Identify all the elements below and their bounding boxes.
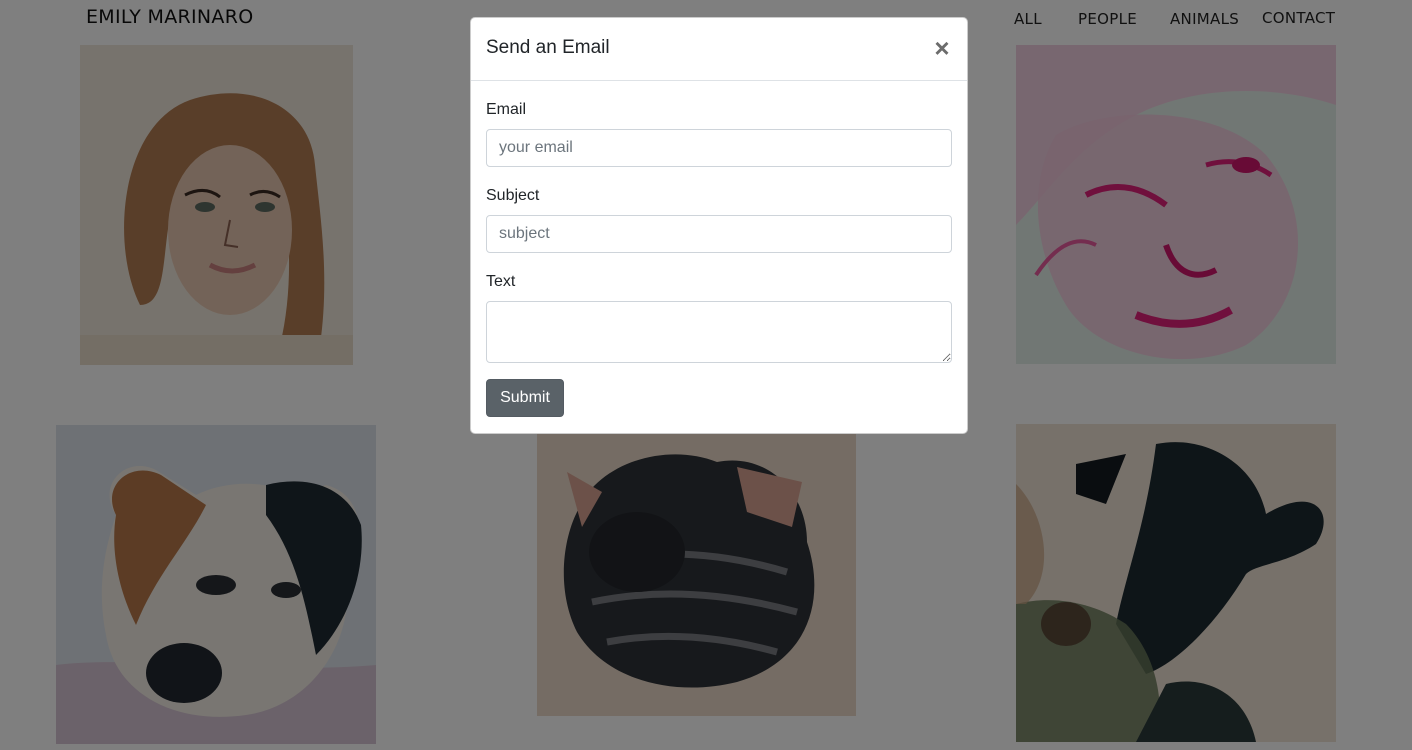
email-label: Email [486, 101, 527, 118]
submit-button[interactable]: Submit [486, 379, 564, 417]
modal-title: Send an Email [486, 37, 610, 58]
email-field[interactable] [486, 129, 952, 167]
text-label: Text [486, 273, 516, 290]
text-area[interactable] [486, 301, 952, 363]
subject-field[interactable] [486, 215, 952, 253]
send-email-modal: Send an Email × Email Subject Text Submi… [470, 17, 968, 434]
subject-label: Subject [486, 187, 540, 204]
close-icon[interactable]: × [932, 35, 952, 61]
modal-header: Send an Email × [471, 18, 967, 81]
